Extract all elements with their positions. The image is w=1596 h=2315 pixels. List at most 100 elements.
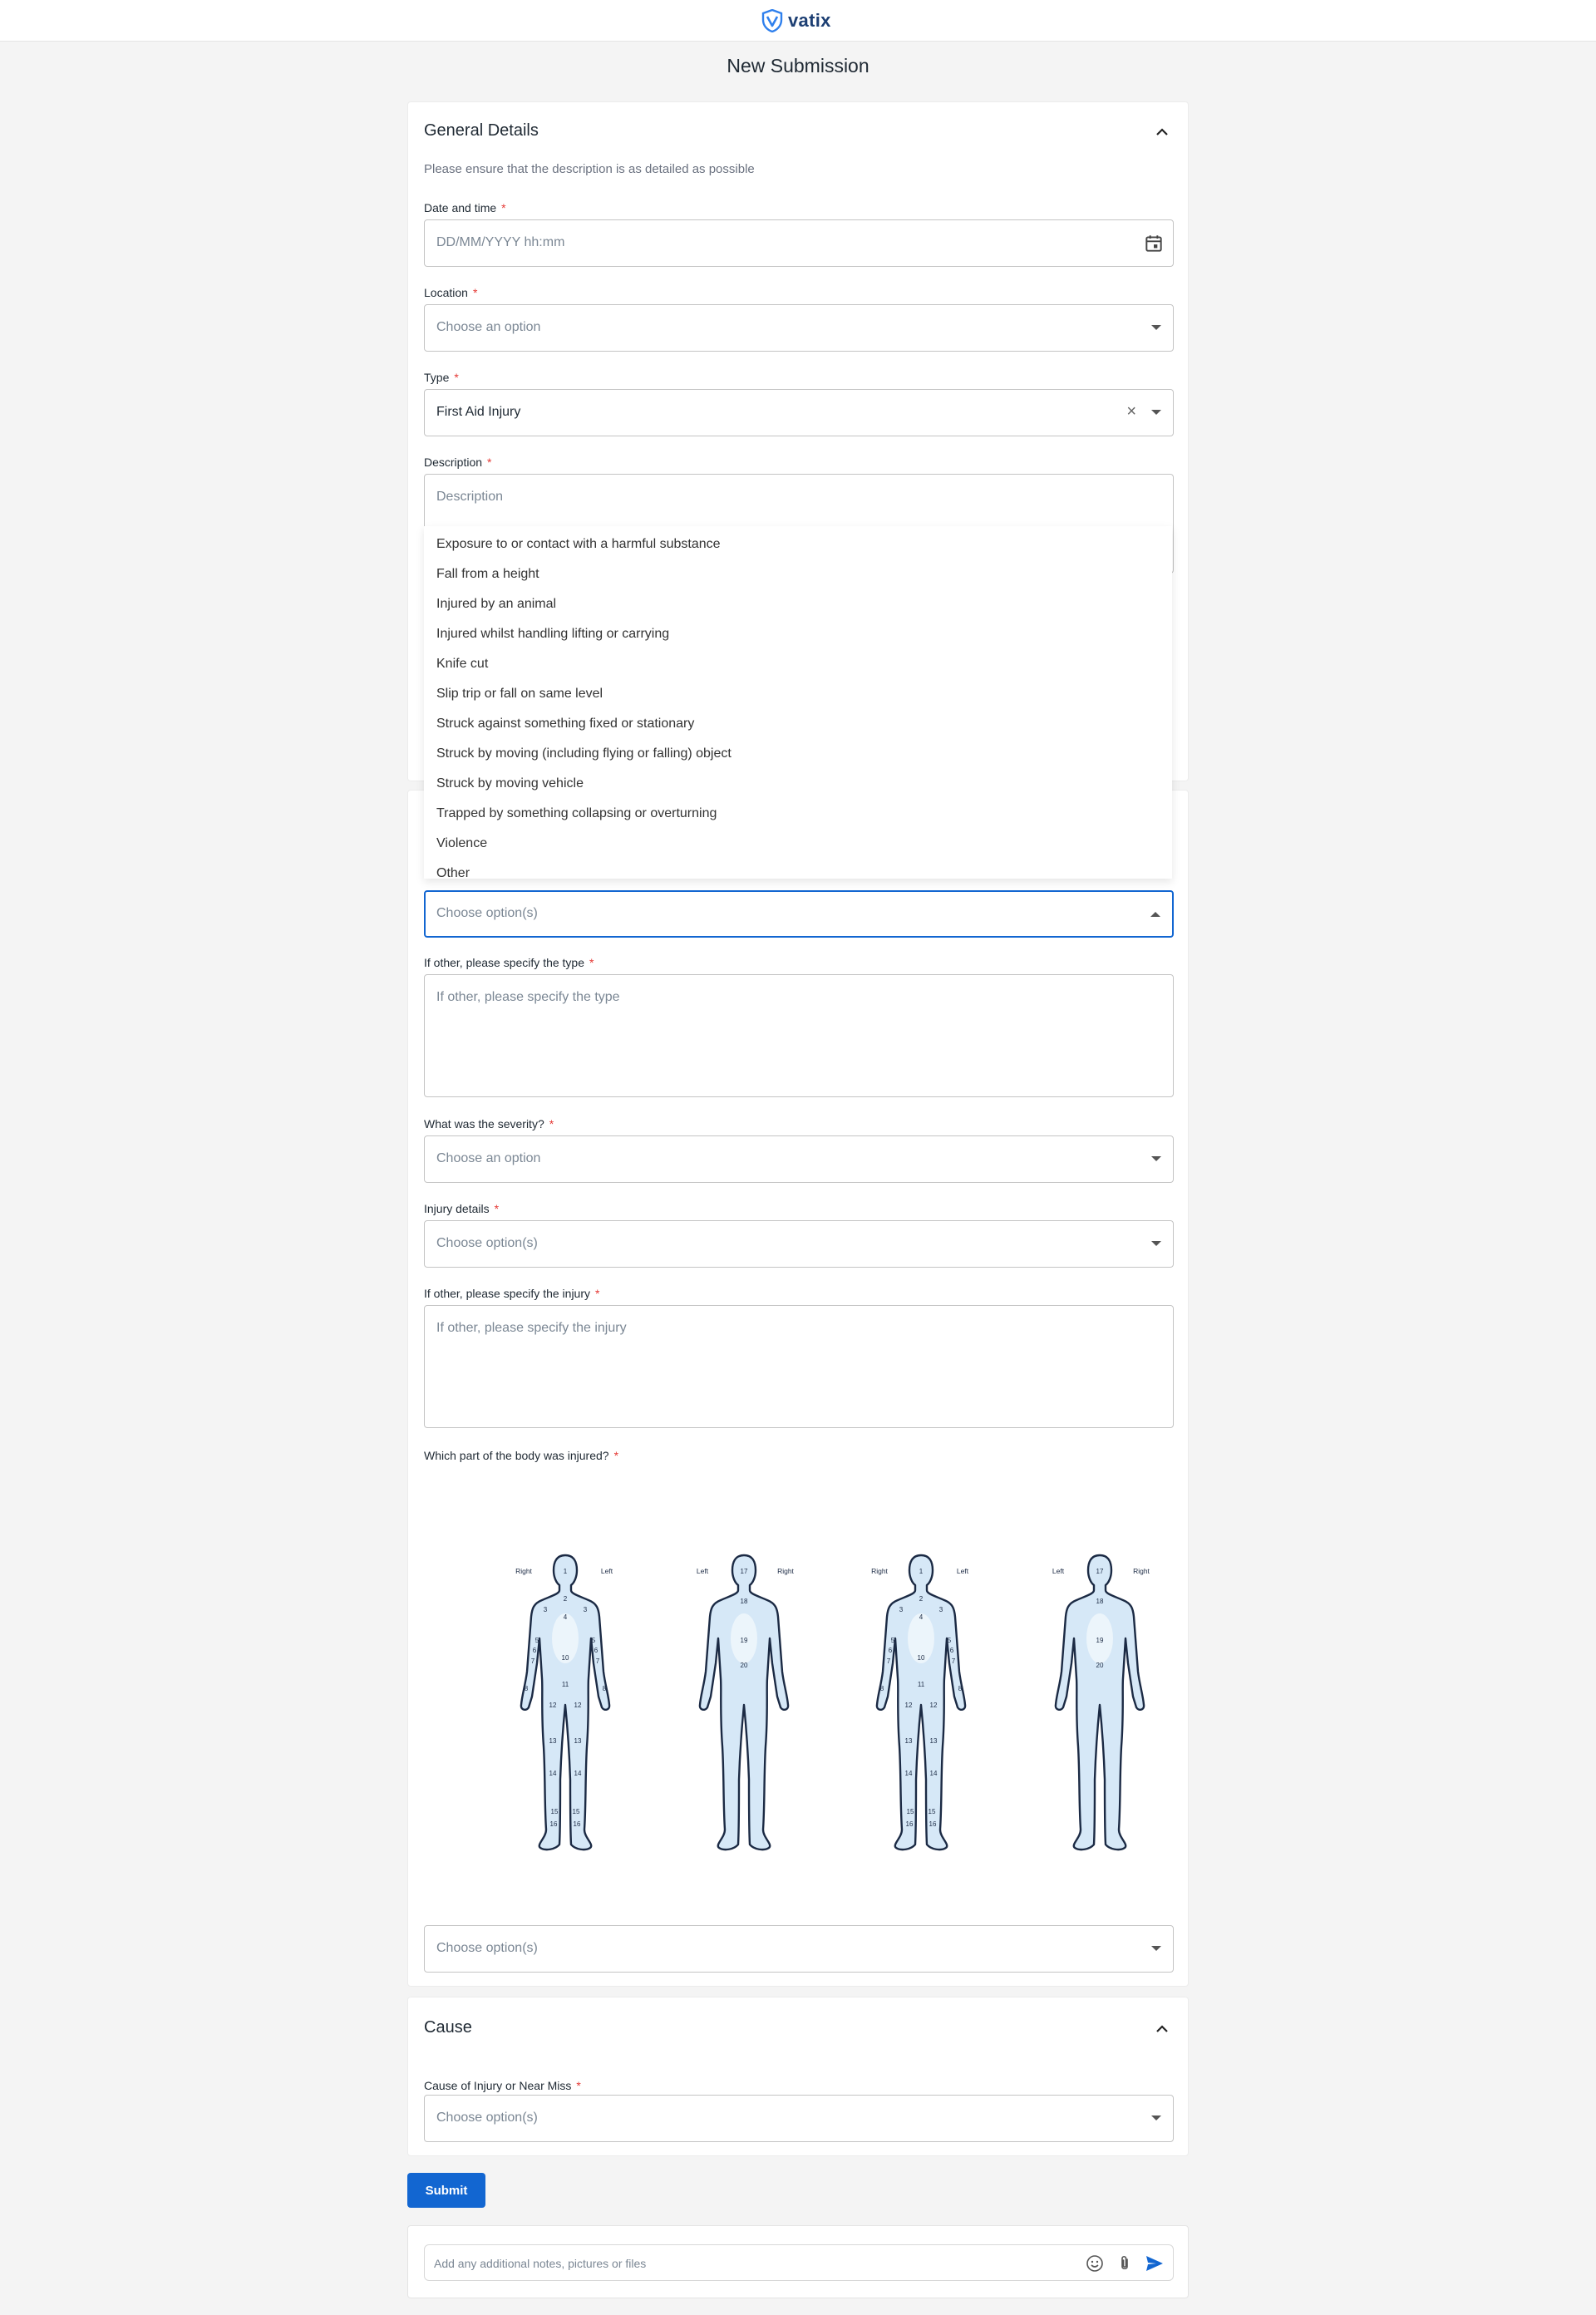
dropdown-arrow-icon[interactable] bbox=[1151, 325, 1161, 330]
paperclip-icon[interactable] bbox=[1115, 2253, 1135, 2273]
dropdown-option[interactable]: Other bbox=[436, 866, 470, 881]
body-region-number: 2 bbox=[564, 1595, 568, 1603]
body-part-select[interactable]: Choose option(s) bbox=[424, 1925, 1174, 1973]
body-figure: 123 345 56 67 78 8101112 1213 1314 1415 1516 16Rig… bbox=[871, 1554, 969, 1851]
type-label: Type * bbox=[424, 371, 459, 384]
side-label-right: Right bbox=[777, 1567, 794, 1575]
severity-label: What was the severity? * bbox=[424, 1117, 554, 1130]
vatix-shield-icon bbox=[761, 9, 783, 32]
injury-card: Choose option(s) If other, please specif… bbox=[407, 790, 1189, 1987]
side-label-left: Left bbox=[697, 1567, 709, 1575]
body-region-number: 6 bbox=[889, 1647, 893, 1654]
body-figure: 17181920LeftRightBack bbox=[697, 1554, 795, 1851]
body-region-number: 17 bbox=[1096, 1568, 1104, 1575]
body-region-number: 16 bbox=[906, 1820, 914, 1828]
cause-select[interactable]: Choose option(s) bbox=[424, 2095, 1174, 2142]
dropdown-arrow-icon[interactable] bbox=[1151, 1156, 1161, 1161]
severity-select[interactable]: Choose an option bbox=[424, 1135, 1174, 1183]
dropdown-option[interactable]: Trapped by something collapsing or overt… bbox=[436, 806, 717, 821]
type-dropdown-menu: Exposure to or contact with a harmful su… bbox=[424, 526, 1172, 881]
body-region-number: 12 bbox=[574, 1702, 582, 1709]
body-region-number: 8 bbox=[603, 1685, 607, 1692]
dropdown-option[interactable]: Slip trip or fall on same level bbox=[436, 687, 603, 702]
body-region-number: 5 bbox=[592, 1637, 596, 1644]
submit-button[interactable]: Submit bbox=[407, 2173, 485, 2208]
body-region-number: 15 bbox=[551, 1808, 559, 1815]
dropdown-arrow-icon[interactable] bbox=[1151, 1946, 1161, 1951]
clear-icon[interactable]: × bbox=[1126, 402, 1136, 421]
dropdown-option[interactable]: Knife cut bbox=[436, 657, 488, 672]
dropdown-option[interactable]: Struck against something fixed or statio… bbox=[436, 717, 694, 731]
other-injury-textarea[interactable]: If other, please specify the injury bbox=[424, 1305, 1174, 1428]
description-label: Description * bbox=[424, 456, 492, 469]
dropdown-option[interactable]: Struck by moving (including flying or fa… bbox=[436, 746, 732, 761]
body-region-number: 17 bbox=[741, 1568, 748, 1575]
dropdown-option[interactable]: Fall from a height bbox=[436, 567, 539, 582]
other-type-textarea[interactable]: If other, please specify the type bbox=[424, 974, 1174, 1097]
date-time-field[interactable]: DD/MM/YYYY hh:mm bbox=[424, 219, 1174, 267]
body-region-number: 4 bbox=[564, 1613, 568, 1621]
calendar-icon[interactable] bbox=[1143, 233, 1165, 254]
description-placeholder: Description bbox=[436, 490, 504, 504]
side-label-left: Right bbox=[515, 1567, 532, 1575]
body-region-number: 1 bbox=[564, 1568, 568, 1575]
side-label-right: Left bbox=[601, 1567, 613, 1575]
body-region-number: 13 bbox=[905, 1737, 913, 1745]
cause-placeholder: Choose option(s) bbox=[436, 2111, 538, 2125]
page-title: New Submission bbox=[727, 55, 869, 76]
body-region-number: 20 bbox=[1096, 1662, 1104, 1669]
send-icon[interactable] bbox=[1145, 2253, 1165, 2273]
body-region-number: 7 bbox=[531, 1657, 535, 1665]
other-type-placeholder: If other, please specify the type bbox=[436, 990, 620, 1004]
side-label-left: Left bbox=[1052, 1567, 1065, 1575]
chevron-up-icon[interactable] bbox=[1151, 2018, 1173, 2040]
dropdown-arrow-icon[interactable] bbox=[1151, 2116, 1161, 2120]
notes-card: Add any additional notes, pictures or fi… bbox=[407, 2225, 1189, 2298]
body-region-number: 2 bbox=[919, 1595, 924, 1603]
body-region-number: 13 bbox=[549, 1737, 557, 1745]
location-select[interactable]: Choose an option bbox=[424, 304, 1174, 352]
section-title-general-details: General Details bbox=[424, 121, 539, 140]
emoji-icon[interactable] bbox=[1085, 2253, 1105, 2273]
notes-input[interactable]: Add any additional notes, pictures or fi… bbox=[424, 2244, 1174, 2281]
body-region-number: 16 bbox=[574, 1820, 581, 1828]
body-region-number: 3 bbox=[899, 1606, 904, 1613]
dropdown-arrow-icon[interactable] bbox=[1151, 410, 1161, 415]
other-injury-label: If other, please specify the injury * bbox=[424, 1287, 600, 1300]
dropdown-option[interactable]: Injured whilst handling lifting or carry… bbox=[436, 627, 669, 642]
cause-card: Cause Cause of Injury or Near Miss * Choo… bbox=[407, 1997, 1189, 2156]
body-region-number: 6 bbox=[533, 1647, 537, 1654]
location-placeholder: Choose an option bbox=[436, 320, 541, 334]
body-region-number: 3 bbox=[584, 1606, 588, 1613]
body-part-placeholder: Choose option(s) bbox=[436, 1941, 538, 1955]
vatix-logo[interactable]: vatix bbox=[761, 8, 831, 33]
body-figure: 17181920LeftRightBack bbox=[1052, 1554, 1150, 1851]
injury-details-placeholder: Choose option(s) bbox=[436, 1236, 538, 1250]
body-region-number: 20 bbox=[741, 1662, 748, 1669]
body-region-number: 16 bbox=[929, 1820, 937, 1828]
chevron-up-icon[interactable] bbox=[1151, 121, 1173, 143]
logo-text: vatix bbox=[788, 10, 831, 31]
location-label: Location * bbox=[424, 286, 478, 299]
body-region-number: 11 bbox=[918, 1681, 925, 1688]
body-region-number: 3 bbox=[939, 1606, 943, 1613]
body-region-number: 18 bbox=[1096, 1598, 1104, 1605]
type-value: First Aid Injury bbox=[436, 405, 521, 419]
dropdown-option[interactable]: Exposure to or contact with a harmful su… bbox=[436, 537, 721, 552]
dropdown-option[interactable]: Violence bbox=[436, 836, 487, 851]
body-region-number: 15 bbox=[573, 1808, 580, 1815]
injury-details-select[interactable]: Choose option(s) bbox=[424, 1220, 1174, 1268]
dropdown-option[interactable]: Struck by moving vehicle bbox=[436, 776, 584, 791]
type-select[interactable]: First Aid Injury × bbox=[424, 389, 1174, 436]
body-region-number: 10 bbox=[918, 1654, 925, 1662]
dropdown-arrow-icon[interactable] bbox=[1151, 1241, 1161, 1246]
body-region-number: 15 bbox=[907, 1808, 914, 1815]
body-region-number: 8 bbox=[880, 1685, 884, 1692]
dropdown-arrow-up-icon[interactable] bbox=[1150, 912, 1160, 917]
side-label-right: Left bbox=[957, 1567, 969, 1575]
body-region-number: 14 bbox=[905, 1770, 913, 1777]
injury-type-select[interactable]: Choose option(s) bbox=[424, 890, 1174, 938]
severity-placeholder: Choose an option bbox=[436, 1151, 541, 1165]
other-injury-placeholder: If other, please specify the injury bbox=[436, 1321, 627, 1335]
dropdown-option[interactable]: Injured by an animal bbox=[436, 597, 556, 612]
